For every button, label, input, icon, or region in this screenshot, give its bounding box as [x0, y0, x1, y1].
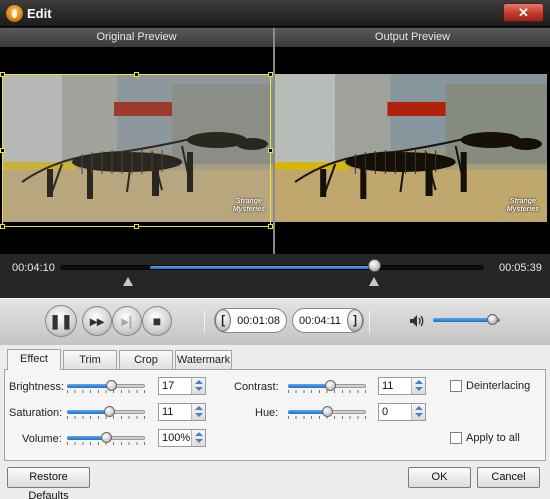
volume-slider-knob[interactable] [487, 314, 498, 325]
volume-value: 100% [162, 432, 191, 444]
tab-watermark[interactable]: Watermark [175, 350, 232, 369]
original-preview-pane: Strange Mysteries [0, 47, 273, 254]
start-time-value: 00:01:08 [237, 314, 280, 327]
set-end-button[interactable]: ] [347, 309, 363, 332]
original-preview-label: Original Preview [0, 28, 273, 47]
slider-knob[interactable] [101, 432, 112, 443]
crop-handle[interactable] [0, 224, 5, 229]
crop-handle[interactable] [0, 72, 5, 77]
brightness-label: Brightness: [9, 381, 65, 393]
playhead-handle[interactable] [368, 259, 381, 272]
crop-handle[interactable] [134, 72, 139, 77]
saturation-label: Saturation: [9, 407, 63, 419]
saturation-slider[interactable] [67, 405, 145, 419]
crop-handle[interactable] [0, 148, 5, 153]
next-frame-button[interactable]: ▸| [112, 306, 142, 336]
close-button[interactable]: ✕ [503, 3, 544, 22]
output-preview-pane: Strange Mysteries [275, 47, 550, 254]
video-watermark: Strange Mysteries [506, 198, 539, 213]
window-title: Edit [27, 6, 52, 21]
stop-button[interactable]: ■ [142, 306, 172, 336]
trim-end-marker[interactable] [369, 277, 379, 286]
deinterlacing-label[interactable]: Deinterlacing [466, 380, 530, 392]
end-point-group: 00:04:11 ] [292, 308, 364, 333]
contrast-slider[interactable] [288, 379, 366, 393]
apply-to-all-checkbox[interactable] [450, 432, 462, 444]
timeline-selected-range [150, 266, 375, 269]
edit-settings-area: Effect Trim Crop Watermark Brightness: 1… [0, 345, 550, 499]
tab-crop[interactable]: Crop [119, 350, 173, 369]
slider-knob[interactable] [325, 380, 336, 391]
output-preview-label: Output Preview [275, 28, 550, 47]
tab-trim[interactable]: Trim [63, 350, 117, 369]
current-time: 00:04:10 [12, 262, 55, 274]
volume-label: Volume: [22, 433, 62, 445]
separator [369, 311, 370, 333]
volume-spinbox[interactable]: 100% [158, 429, 206, 447]
deinterlacing-checkbox[interactable] [450, 380, 462, 392]
spin-arrows[interactable] [411, 404, 425, 420]
contrast-spinbox[interactable]: 11 [378, 377, 426, 395]
contrast-label: Contrast: [234, 381, 279, 393]
hue-slider[interactable] [288, 405, 366, 419]
app-logo-icon [6, 5, 23, 22]
spin-arrows[interactable] [411, 378, 425, 394]
cancel-button[interactable]: Cancel [477, 467, 540, 488]
pause-button[interactable]: ❚❚ [45, 305, 77, 337]
hue-value: 0 [382, 406, 389, 418]
crop-selection-box[interactable] [0, 72, 273, 229]
spin-arrows[interactable] [191, 430, 205, 446]
brightness-slider[interactable] [67, 379, 145, 393]
timeline-track[interactable] [60, 265, 484, 270]
restore-defaults-button[interactable]: Restore Defaults [7, 467, 90, 499]
trim-start-marker[interactable] [123, 277, 133, 286]
crop-handle[interactable] [268, 148, 273, 153]
total-time: 00:05:39 [499, 262, 542, 274]
timeline-bar: 00:04:10 00:05:39 [0, 254, 550, 298]
output-video-frame: Strange Mysteries [275, 74, 547, 222]
contrast-value: 11 [382, 380, 394, 392]
speaker-icon[interactable] [409, 314, 425, 328]
hue-spinbox[interactable]: 0 [378, 403, 426, 421]
apply-to-all-label[interactable]: Apply to all [466, 432, 520, 444]
hue-label: Hue: [255, 407, 279, 419]
title-bar: Edit ✕ [0, 0, 550, 27]
playback-controls: ❚❚ ▸▸ ▸| ■ [ 00:01:08 00:04:11 ] [0, 298, 550, 345]
fast-forward-button[interactable]: ▸▸ [82, 306, 112, 336]
set-start-button[interactable]: [ [215, 309, 232, 332]
slider-knob[interactable] [106, 380, 117, 391]
ok-button[interactable]: OK [408, 467, 471, 488]
slider-knob[interactable] [322, 406, 333, 417]
brightness-spinbox[interactable]: 17 [158, 377, 206, 395]
tab-effect[interactable]: Effect [7, 349, 61, 370]
slider-knob[interactable] [104, 406, 115, 417]
saturation-spinbox[interactable]: 11 [158, 403, 206, 421]
brightness-value: 17 [162, 380, 175, 392]
crop-handle[interactable] [268, 224, 273, 229]
start-point-group: [ 00:01:08 [214, 308, 287, 333]
volume-slider[interactable] [67, 431, 145, 445]
separator [204, 311, 205, 333]
end-time-value: 00:04:11 [299, 314, 342, 327]
crop-handle[interactable] [134, 224, 139, 229]
spin-arrows[interactable] [191, 404, 205, 420]
spin-arrows[interactable] [191, 378, 205, 394]
saturation-value: 11 [162, 406, 174, 418]
crop-handle[interactable] [268, 72, 273, 77]
